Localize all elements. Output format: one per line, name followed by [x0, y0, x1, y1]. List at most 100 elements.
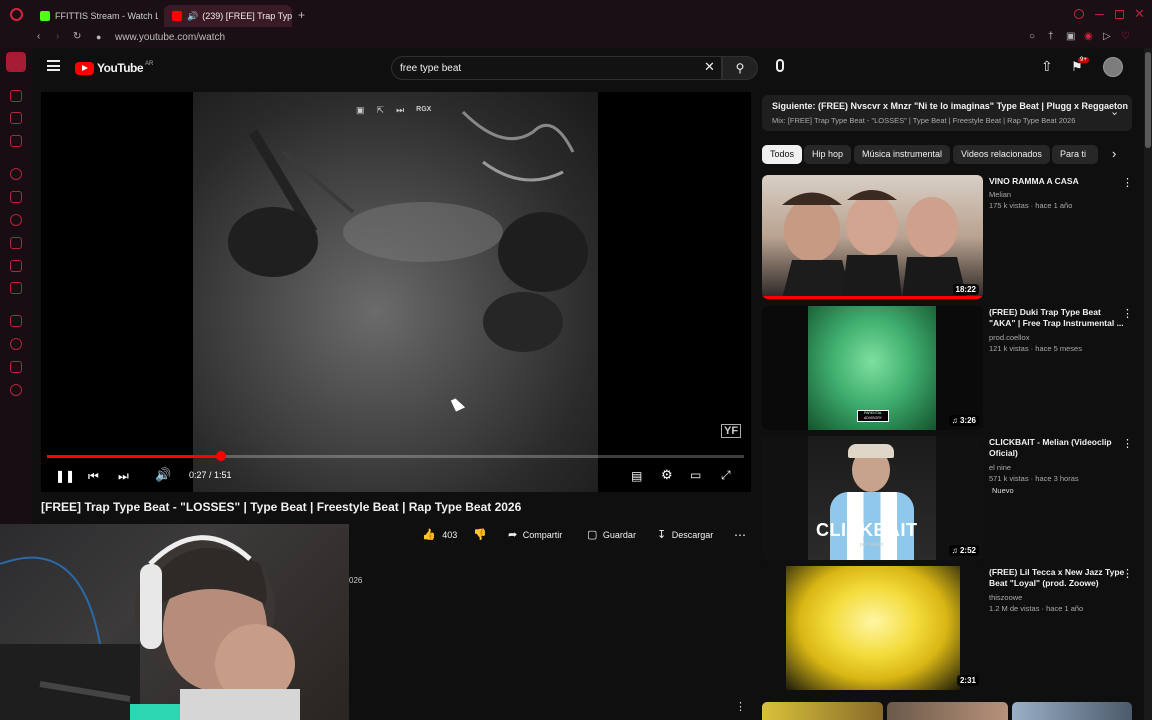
share-button[interactable]: ➦ Compartir — [508, 528, 562, 541]
chip-videos-relacionados[interactable]: Videos relacionados — [953, 145, 1050, 164]
video-frame — [193, 92, 598, 492]
extension-icon[interactable] — [10, 112, 22, 124]
more-options-icon[interactable]: ⋮ — [1122, 307, 1133, 320]
settings-button[interactable]: ⚙ — [661, 468, 673, 482]
pip-icon[interactable]: ▣ — [356, 105, 365, 116]
recommendation-thumbnail[interactable]: 2:31 — [762, 566, 983, 690]
clear-search-icon[interactable]: ✕ — [704, 59, 715, 75]
chip-musica-instrumental[interactable]: Música instrumental — [854, 145, 951, 164]
history-icon[interactable] — [10, 338, 22, 350]
video-player[interactable]: ▣ ⇱ ⏭ RGX YF — [41, 92, 751, 492]
pin-icon[interactable]: † — [1048, 31, 1054, 43]
recommendation-title[interactable]: VINO RAMMA A CASA — [989, 176, 1129, 187]
chip-hip-hop[interactable]: Hip hop — [804, 145, 852, 164]
back-icon[interactable]: ‹ — [37, 31, 40, 43]
reload-icon[interactable]: ↻ — [73, 31, 81, 43]
discord-icon[interactable] — [10, 282, 22, 294]
fullscreen-button[interactable]: ⤢ — [721, 468, 731, 482]
progress-scrubber[interactable] — [216, 451, 226, 461]
recommendation-stats: 1.2 M de vistas · hace 1 año — [989, 604, 1084, 613]
share-icon: ➦ — [508, 529, 518, 541]
messenger-icon[interactable] — [10, 168, 22, 180]
snapshot-icon[interactable]: ▣ — [1066, 31, 1075, 43]
recommendation-title[interactable]: CLICKBAIT - Melian (Videoclip Oficial) — [989, 437, 1129, 459]
opera-logo[interactable] — [10, 8, 23, 21]
more-options-icon[interactable]: ⋮ — [1122, 567, 1133, 580]
volume-button[interactable]: 🔊 — [155, 468, 171, 482]
recommendation-stats: 571 k vistas · hace 3 horas — [989, 474, 1079, 483]
more-options-icon[interactable]: ⋮ — [1122, 437, 1133, 450]
send-icon[interactable]: ▷ — [1103, 31, 1111, 43]
search-tabs-icon[interactable] — [1074, 9, 1084, 19]
youtube-logo[interactable]: YouTube AR — [75, 60, 153, 76]
shorts-thumbnail[interactable] — [762, 702, 883, 720]
chat-icon[interactable] — [10, 191, 22, 203]
more-actions-button[interactable]: ⋯ — [734, 528, 746, 542]
up-next-subtitle: Mix: [FREE] Trap Type Beat - "LOSSES" | … — [772, 116, 1076, 125]
whatsapp-icon[interactable] — [10, 214, 22, 226]
recommendation-channel[interactable]: el nine — [989, 463, 1011, 473]
download-button[interactable]: ↧ Descargar — [657, 528, 713, 541]
comment-options-icon[interactable]: ⋮ — [735, 700, 746, 713]
save-label: Guardar — [602, 530, 636, 540]
url-field[interactable]: www.youtube.com/watch — [115, 32, 225, 43]
chevron-down-icon[interactable]: ⌄ — [1110, 105, 1119, 118]
heart-icon[interactable]: ♡ — [1121, 31, 1130, 43]
more-options-icon[interactable]: ⋮ — [1122, 176, 1133, 189]
scrollbar-thumb[interactable] — [1145, 52, 1151, 148]
tab-youtube[interactable]: 🔊 (239) [FREE] Trap Type — [164, 5, 292, 27]
close-window-button[interactable]: ✕ — [1134, 6, 1145, 22]
save-button[interactable]: ▢ Guardar — [587, 528, 636, 541]
recommendation-thumbnail[interactable]: PARENTAL ADVISORY ♫ 3:26 — [762, 306, 983, 430]
like-button[interactable]: 👍 403 — [422, 528, 457, 541]
search-input[interactable] — [400, 60, 700, 76]
download-icon: ↧ — [657, 529, 667, 541]
recommendation-thumbnail[interactable]: 18:22 — [762, 175, 983, 299]
player-icon[interactable] — [10, 315, 22, 327]
recommendation-channel[interactable]: Melian — [989, 190, 1011, 200]
chip-para-ti[interactable]: Para ti — [1052, 145, 1098, 164]
avatar[interactable] — [1103, 57, 1123, 77]
music-icon[interactable] — [10, 135, 22, 147]
minimize-button[interactable] — [1095, 14, 1104, 15]
chip-todos[interactable]: Todos — [762, 145, 803, 164]
theater-mode-button[interactable]: ▭ — [690, 468, 701, 482]
shorts-thumbnail[interactable] — [1012, 702, 1132, 720]
up-next-panel[interactable]: Siguiente: (FREE) Nvscvr x Mnzr "Ni te l… — [762, 95, 1132, 131]
maximize-button[interactable] — [1115, 10, 1124, 19]
pause-button[interactable]: ❚❚ — [55, 469, 75, 483]
skip-icon[interactable]: ⏭ — [396, 105, 404, 116]
shorts-thumbnail[interactable] — [887, 702, 1008, 720]
recommendation-channel[interactable]: thiszoowe — [989, 593, 1022, 603]
voice-search-icon[interactable] — [776, 59, 784, 72]
clickbait-subtext: por Melian — [860, 542, 884, 548]
instagram-icon[interactable] — [10, 237, 22, 249]
recommendation-title[interactable]: (FREE) Lil Tecca x New Jazz Type Beat "L… — [989, 567, 1129, 589]
menu-icon[interactable] — [47, 60, 60, 71]
rgx-button[interactable]: RGX — [416, 106, 431, 116]
recommendation-thumbnail[interactable]: CLICKBAIT por Melian ♫ 2:52 — [762, 436, 983, 560]
forward-icon[interactable]: › — [56, 31, 59, 43]
next-button[interactable]: ⏭ — [118, 469, 129, 483]
chevron-right-icon[interactable]: › — [1112, 146, 1116, 161]
zoom-icon[interactable]: ○ — [1029, 31, 1035, 43]
new-tab-button[interactable]: + — [298, 8, 305, 22]
tiktok-icon[interactable] — [10, 260, 22, 272]
recommendation-title[interactable]: (FREE) Duki Trap Type Beat "AKA" | Free … — [989, 307, 1129, 329]
duration-badge: 18:22 — [952, 284, 979, 295]
subtitles-button[interactable]: ▤ — [631, 469, 642, 483]
upload-icon[interactable]: ⇧ — [1041, 58, 1053, 75]
popout-icon[interactable]: ⇱ — [377, 105, 385, 116]
downloads-icon[interactable] — [10, 361, 22, 373]
scrollbar[interactable] — [1144, 48, 1152, 720]
shield-icon[interactable]: ◉ — [1084, 31, 1093, 43]
channel-watermark[interactable]: YF — [721, 424, 742, 438]
previous-button[interactable]: ⏮ — [88, 469, 99, 483]
search-button[interactable]: ⚲ — [722, 56, 758, 80]
recommendation-channel[interactable]: prod.coellox — [989, 333, 1029, 343]
settings-icon[interactable] — [10, 384, 22, 396]
tab-kick-stream[interactable]: FFITTIS Stream - Watch Li — [32, 5, 158, 27]
dislike-button[interactable]: 👎 — [473, 528, 487, 541]
aria-icon[interactable] — [10, 90, 22, 102]
workspace-icon[interactable] — [6, 52, 26, 72]
